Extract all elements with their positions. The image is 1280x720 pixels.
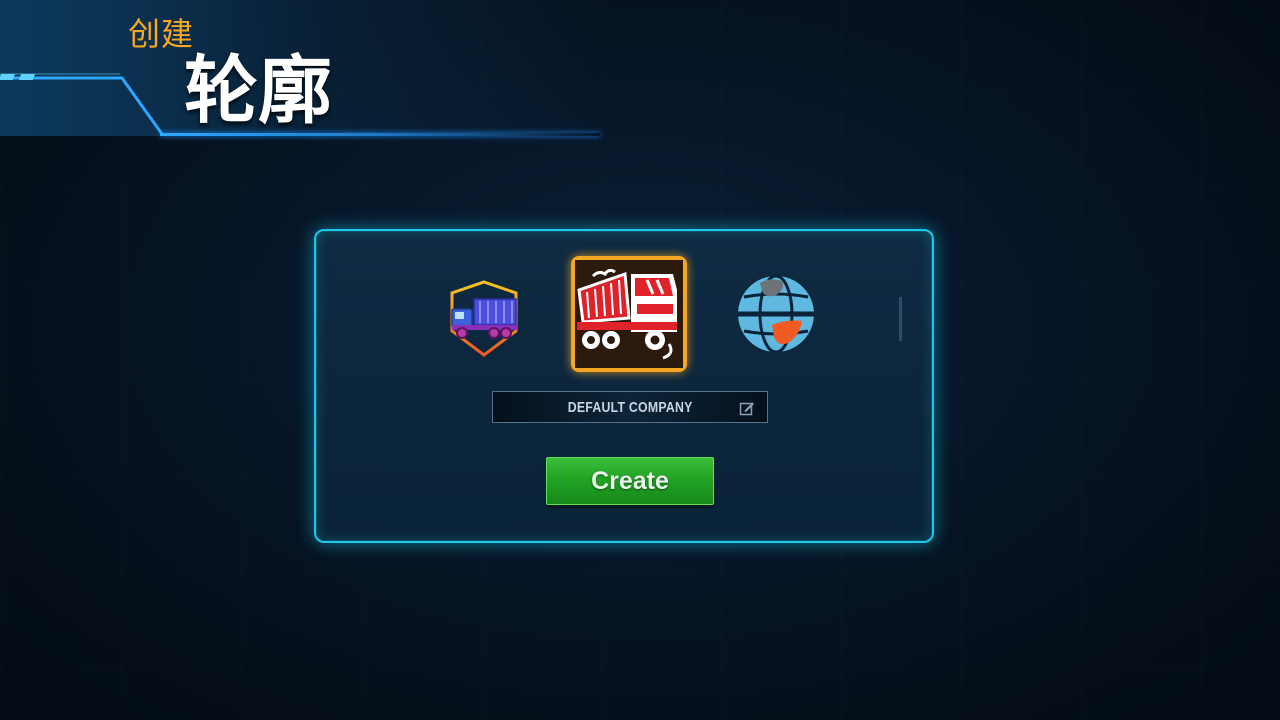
dump-truck-badge-icon — [450, 280, 518, 357]
logo-option-red-truck[interactable] — [571, 256, 687, 372]
globe-icon — [738, 274, 814, 354]
red-dump-truck-icon — [575, 260, 683, 368]
create-profile-panel: DEFAULT COMPANY Create — [314, 229, 934, 543]
logo-option-globe[interactable] — [724, 269, 834, 379]
page-title: 轮廓 — [184, 48, 332, 134]
page-header: 创建 轮廓 — [0, 0, 620, 140]
company-name-field[interactable]: DEFAULT COMPANY — [492, 391, 768, 423]
create-button[interactable]: Create — [546, 457, 714, 505]
scroll-edge-indicator — [899, 297, 902, 341]
page-subtitle: 创建 — [128, 15, 195, 53]
logo-option-truck-badge[interactable] — [444, 271, 554, 381]
edit-icon[interactable] — [739, 400, 755, 416]
game-screen: 创建 轮廓 DEFAULT COMPANY Create — [0, 0, 1280, 720]
create-button-label: Create — [591, 466, 669, 495]
company-name-value: DEFAULT COMPANY — [567, 398, 693, 416]
